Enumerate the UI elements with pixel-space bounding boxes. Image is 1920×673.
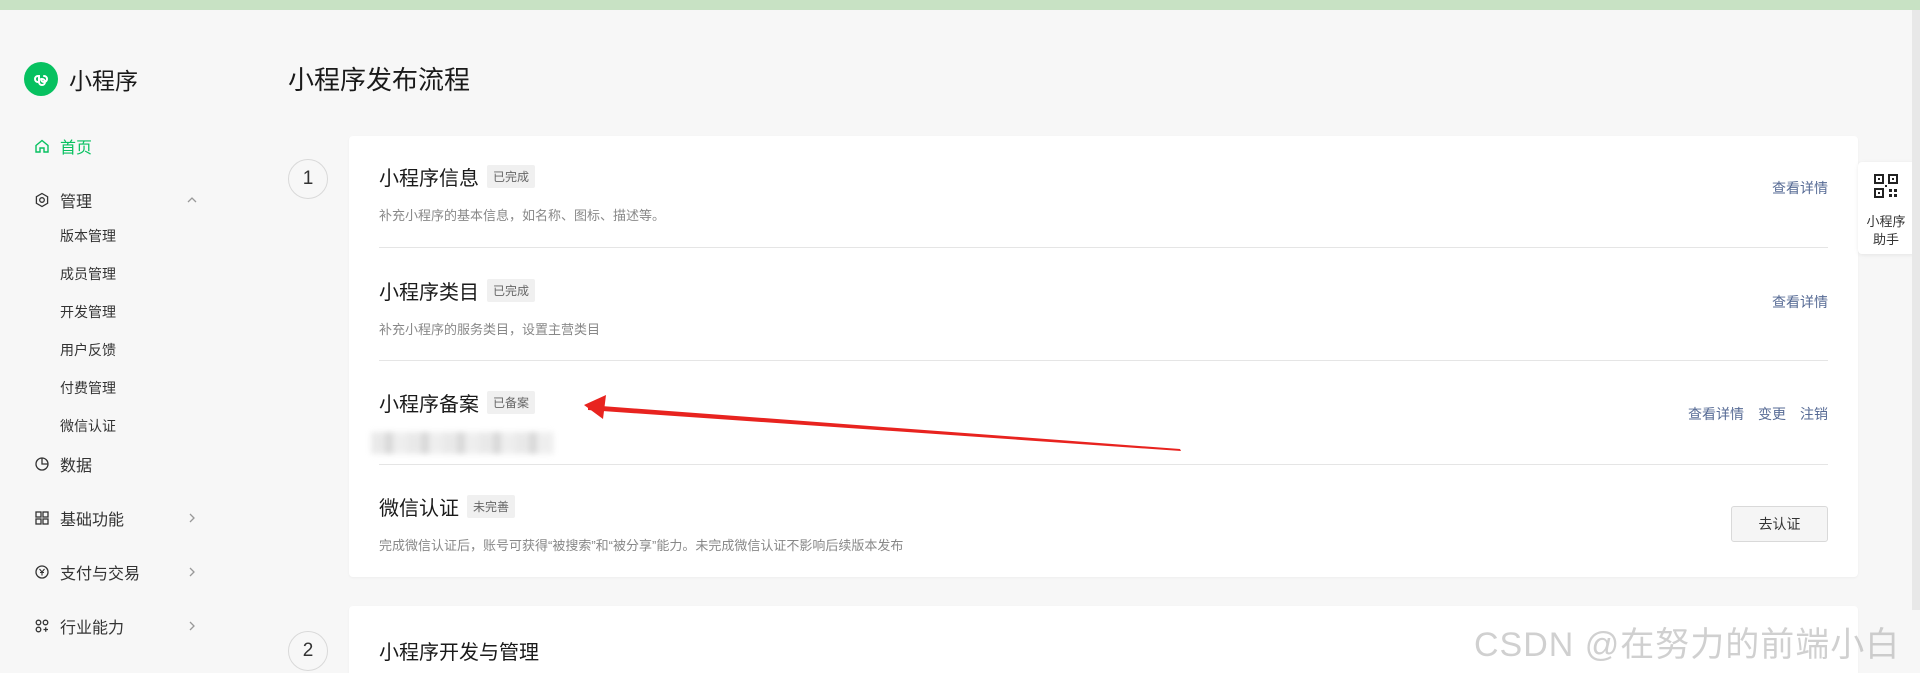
row-title: 小程序备案 (379, 394, 479, 416)
sidebar-item-payment-trade[interactable]: 支付与交易 (32, 560, 202, 584)
divider (379, 360, 1828, 361)
status-badge: 未完善 (467, 495, 516, 518)
cancel-filing-link[interactable]: 注销 (1800, 406, 1828, 422)
row-title: 小程序信息 (379, 168, 479, 190)
sidebar-subitem-version[interactable]: 版本管理 (60, 226, 116, 246)
divider (379, 247, 1828, 248)
page-title: 小程序发布流程 (288, 65, 471, 95)
step-row-info: 小程序信息 已完成 补充小程序的基本信息，如名称、图标、描述等。 查看详情 (379, 162, 1828, 232)
assistant-label: 小程序助手 (1866, 214, 1906, 247)
chevron-right-icon (182, 508, 202, 528)
sidebar-subitem-dev[interactable]: 开发管理 (60, 302, 116, 322)
miniprogram-logo-icon (24, 62, 58, 96)
app-name: 小程序 (69, 68, 138, 94)
row-description: 补充小程序的基本信息，如名称、图标、描述等。 (379, 208, 666, 223)
step-row-category: 小程序类目 已完成 补充小程序的服务类目，设置主营类目 查看详情 (379, 276, 1828, 346)
sidebar-item-home[interactable]: 首页 (32, 134, 202, 158)
sidebar-subitem-feedback[interactable]: 用户反馈 (60, 340, 116, 360)
sidebar-item-label: 数据 (60, 458, 93, 475)
app-logo[interactable]: 小程序 (24, 62, 138, 96)
sidebar-item-label: 支付与交易 (60, 566, 141, 583)
watermark: CSDN @在努力的前端小白 (1474, 626, 1901, 664)
yuan-icon (32, 562, 52, 582)
redacted-filing-number (371, 432, 553, 454)
row-description: 补充小程序的服务类目，设置主营类目 (379, 322, 601, 337)
step-row-filing: 小程序备案 已备案 查看详情 变更 注销 (371, 388, 1828, 458)
chevron-up-icon (182, 190, 202, 210)
status-badge: 已完成 (487, 279, 536, 302)
status-badge: 已完成 (487, 165, 536, 188)
status-badge: 已备案 (487, 391, 536, 414)
sidebar-item-label: 首页 (60, 140, 93, 157)
grid-icon (32, 508, 52, 528)
change-link[interactable]: 变更 (1758, 406, 1786, 422)
qr-code-icon (1874, 174, 1898, 203)
divider (379, 464, 1828, 465)
row-actions: 查看详情 (1758, 178, 1828, 198)
home-icon (32, 136, 52, 156)
view-details-link[interactable]: 查看详情 (1688, 406, 1744, 422)
view-details-link[interactable]: 查看详情 (1772, 180, 1828, 196)
sidebar-item-industry[interactable]: 行业能力 (32, 614, 202, 638)
step-number: 1 (288, 159, 328, 199)
miniprogram-assistant[interactable]: 小程序助手 (1858, 162, 1914, 254)
step-number: 2 (288, 631, 328, 671)
go-verify-button[interactable]: 去认证 (1731, 506, 1828, 542)
sidebar-subitem-wechat-verify[interactable]: 微信认证 (60, 416, 116, 436)
sidebar-item-manage[interactable]: 管理 (32, 188, 202, 212)
sidebar-item-label: 行业能力 (60, 620, 125, 637)
sidebar-item-label: 基础功能 (60, 512, 125, 529)
row-title: 小程序类目 (379, 282, 479, 304)
top-accent-bar (0, 0, 1920, 10)
chevron-right-icon (182, 616, 202, 636)
row-title: 小程序开发与管理 (379, 642, 539, 664)
scrollbar[interactable] (1912, 10, 1920, 610)
row-actions: 查看详情 变更 注销 (1674, 404, 1828, 424)
row-description: 完成微信认证后，账号可获得“被搜索”和“被分享”能力。未完成微信认证不影响后续版… (379, 538, 904, 553)
sidebar-item-data[interactable]: 数据 (32, 452, 202, 476)
settings-icon (32, 190, 52, 210)
sidebar: 小程序 首页 管理 版本管理 成员管理 开发管理 用户反馈 付费管理 微信认证 … (0, 10, 230, 673)
sidebar-item-basic-features[interactable]: 基础功能 (32, 506, 202, 530)
view-details-link[interactable]: 查看详情 (1772, 294, 1828, 310)
industry-icon (32, 616, 52, 636)
row-actions: 查看详情 (1758, 292, 1828, 312)
sidebar-subitem-members[interactable]: 成员管理 (60, 264, 116, 284)
sidebar-subitem-payment[interactable]: 付费管理 (60, 378, 116, 398)
row-title: 微信认证 (379, 498, 459, 520)
step-row-wechat-verify: 微信认证 未完善 完成微信认证后，账号可获得“被搜索”和“被分享”能力。未完成微信… (379, 492, 1828, 562)
sidebar-item-label: 管理 (60, 194, 93, 211)
chart-pie-icon (32, 454, 52, 474)
chevron-right-icon (182, 562, 202, 582)
step-card-publish: 小程序信息 已完成 补充小程序的基本信息，如名称、图标、描述等。 查看详情 小程序… (349, 136, 1858, 577)
